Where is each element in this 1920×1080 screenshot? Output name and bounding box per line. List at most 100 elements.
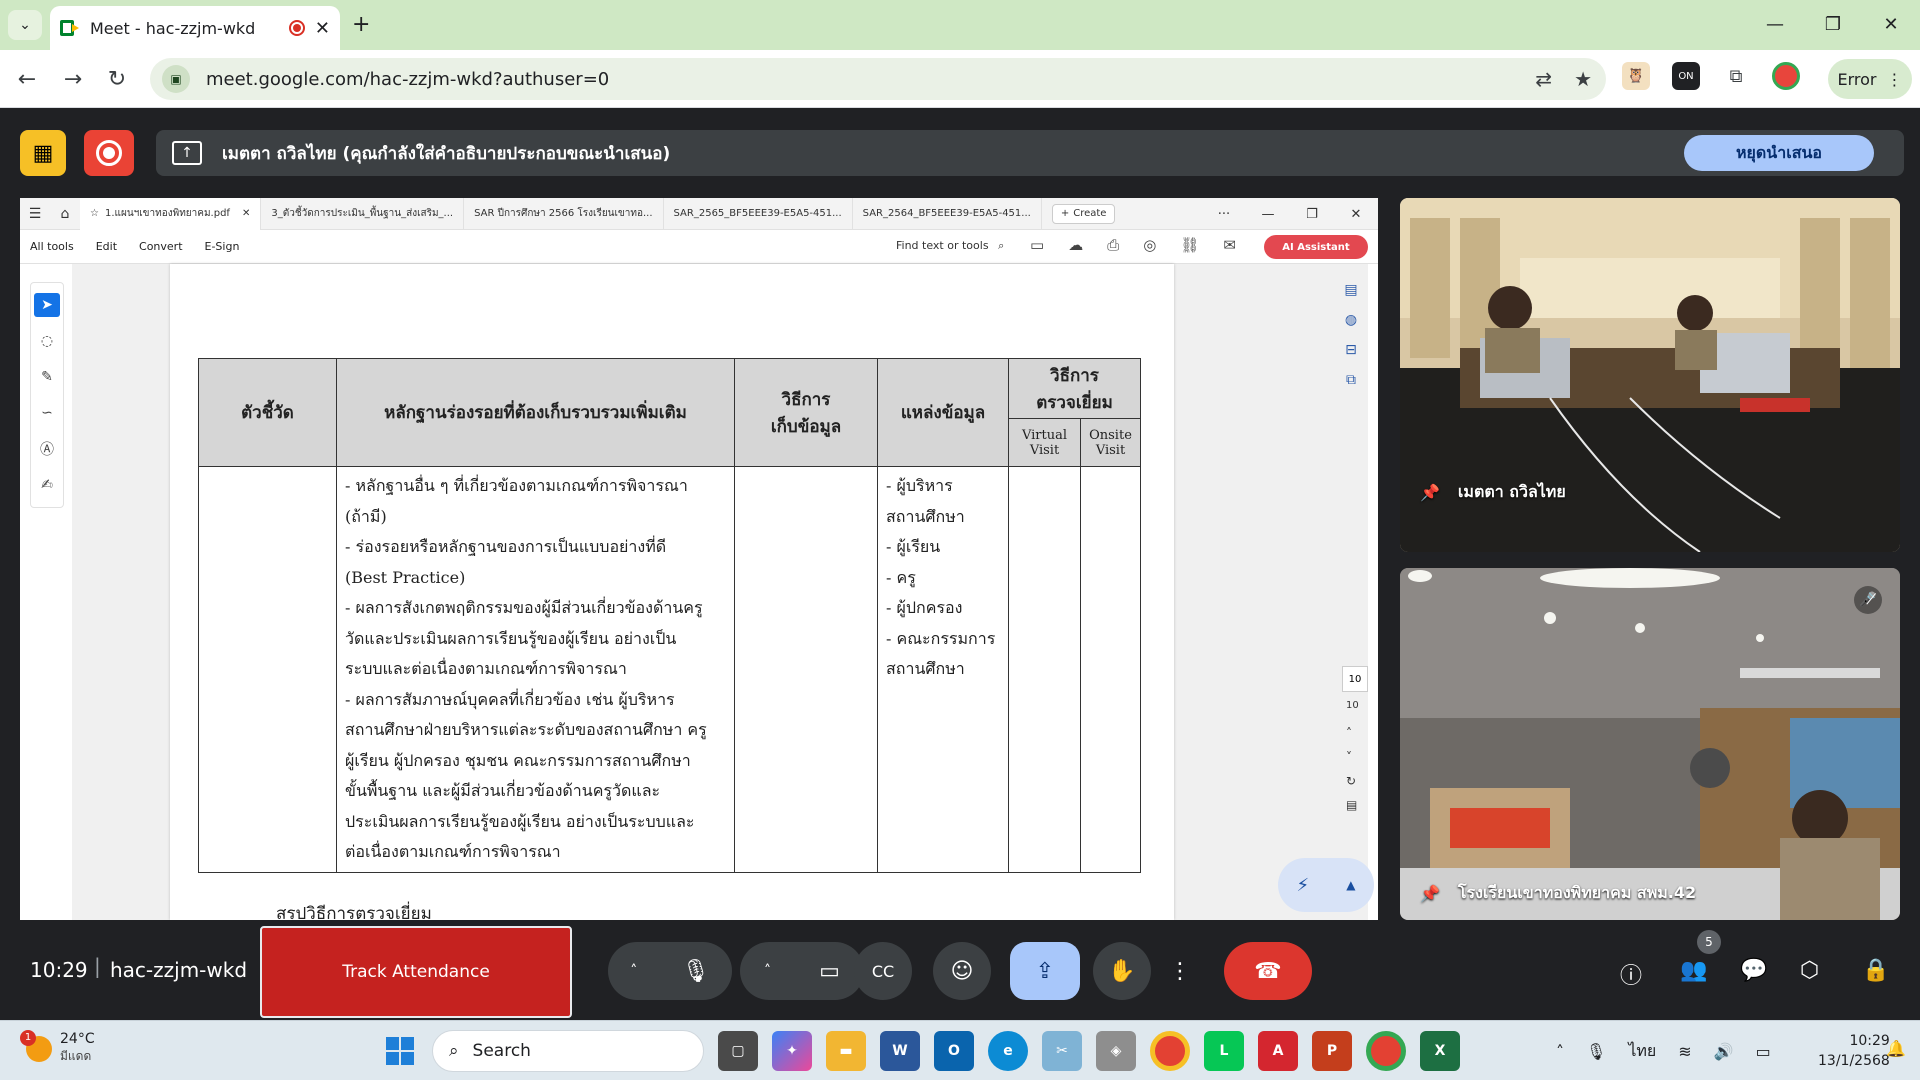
camera-options-chevron-icon[interactable]: ˄ bbox=[764, 963, 771, 979]
site-info-icon[interactable]: ▣ bbox=[162, 65, 190, 93]
file-explorer-icon[interactable]: ▬ bbox=[826, 1031, 866, 1071]
meeting-info-icon[interactable]: ⓘ bbox=[1620, 958, 1642, 990]
volume-icon[interactable]: 🔊 bbox=[1714, 1042, 1734, 1061]
people-icon[interactable]: 👥 bbox=[1680, 958, 1707, 983]
owl-extension-icon[interactable]: 🦉 bbox=[1622, 62, 1650, 90]
acrobat-tab-3[interactable]: SAR ปีการศึกษา 2566 โรงเรียนเขาทอ... bbox=[464, 198, 664, 230]
mail-icon[interactable]: ✉ bbox=[1223, 236, 1236, 254]
page-up-icon[interactable]: ˄ bbox=[1346, 726, 1357, 740]
chat-icon[interactable]: 💬 bbox=[1740, 958, 1767, 983]
outlook-icon[interactable]: O bbox=[934, 1031, 974, 1071]
on-extension-icon[interactable]: ON bbox=[1672, 62, 1700, 90]
print-icon[interactable]: ⎙ bbox=[1107, 236, 1119, 254]
pen-icon[interactable]: ✎ bbox=[34, 365, 60, 389]
chevron-up-icon[interactable]: ▲ bbox=[1346, 878, 1355, 892]
tray-overflow-chevron-icon[interactable]: ˄ bbox=[1556, 1042, 1564, 1061]
more-icon[interactable]: ··· bbox=[1202, 198, 1246, 230]
edit-panel-icon[interactable]: ▤ bbox=[1344, 282, 1357, 298]
close-window-icon[interactable]: ✕ bbox=[1334, 198, 1378, 230]
find-tools-button[interactable]: Find text or tools ⌕ bbox=[896, 239, 1004, 253]
annotation-toggle-icon[interactable]: ▦ bbox=[20, 130, 66, 176]
page-fit-icon[interactable]: ▤ bbox=[1346, 798, 1357, 812]
menu-all-tools[interactable]: All tools bbox=[30, 240, 74, 253]
bookmark-star-icon[interactable]: ★ bbox=[1574, 67, 1592, 91]
signature-icon[interactable]: ✍ bbox=[34, 473, 60, 497]
text-box-icon[interactable]: Ⓐ bbox=[34, 437, 60, 461]
taskbar-search[interactable]: ⌕ Search bbox=[432, 1030, 704, 1072]
word-icon[interactable]: W bbox=[880, 1031, 920, 1071]
extensions-puzzle-icon[interactable]: ⧉ bbox=[1722, 62, 1750, 90]
edge-icon[interactable]: e bbox=[988, 1031, 1028, 1071]
excel-icon[interactable]: X bbox=[1420, 1031, 1460, 1071]
close-icon[interactable]: ✕ bbox=[315, 18, 330, 39]
comment-icon[interactable]: ◌ bbox=[34, 329, 60, 353]
upload-cloud-icon[interactable]: ☁ bbox=[1068, 236, 1083, 254]
raise-hand-button[interactable]: ✋ bbox=[1093, 942, 1151, 1000]
chrome-icon[interactable] bbox=[1150, 1031, 1190, 1071]
restore-icon[interactable]: ❐ bbox=[1290, 198, 1334, 230]
more-options-button[interactable]: ⋮ bbox=[1160, 942, 1200, 1000]
microphone-icon[interactable]: 🎙 bbox=[682, 959, 710, 984]
new-tab-button[interactable]: + bbox=[352, 12, 370, 37]
start-windows-icon[interactable] bbox=[386, 1037, 414, 1065]
track-attendance-button[interactable]: Track Attendance bbox=[260, 926, 572, 1018]
minimize-icon[interactable]: — bbox=[1746, 0, 1804, 48]
ai-assistant-button[interactable]: AI Assistant bbox=[1264, 235, 1368, 259]
hamburger-menu-icon[interactable]: ☰ bbox=[20, 206, 50, 222]
snipping-tool-icon[interactable]: ✂ bbox=[1042, 1031, 1082, 1071]
menu-edit[interactable]: Edit bbox=[96, 240, 117, 253]
recording-button[interactable] bbox=[84, 130, 134, 176]
leave-call-button[interactable]: ☎ bbox=[1224, 942, 1312, 1000]
pin-icon[interactable]: 📌 bbox=[1420, 884, 1440, 903]
minimize-icon[interactable]: — bbox=[1246, 198, 1290, 230]
menu-esign[interactable]: E-Sign bbox=[205, 240, 240, 253]
weather-widget[interactable]: 1 24°C มีแดด bbox=[20, 1029, 95, 1066]
taskbar-clock[interactable]: 10:29 13/1/2568 bbox=[1818, 1031, 1890, 1071]
acrobat-tab-4[interactable]: SAR_2565_BF5EEE39-E5A5-451... bbox=[664, 198, 853, 230]
copilot-icon[interactable]: ✦ bbox=[772, 1031, 812, 1071]
wifi-icon[interactable]: ≋ bbox=[1678, 1042, 1691, 1061]
browser-tab-meet[interactable]: Meet - hac-zzjm-wkd ✕ bbox=[50, 6, 340, 50]
participant-tile[interactable]: 📌 เมตตา ถวิลไทย bbox=[1400, 198, 1900, 552]
page-number-input[interactable]: 10 bbox=[1342, 666, 1368, 692]
input-language[interactable]: ไทย bbox=[1628, 1039, 1656, 1064]
line-icon[interactable]: L bbox=[1204, 1031, 1244, 1071]
reload-icon[interactable]: ↻ bbox=[102, 64, 132, 94]
tab-search-button[interactable]: ⌄ bbox=[8, 10, 42, 40]
address-bar[interactable]: ▣ meet.google.com/hac-zzjm-wkd?authuser=… bbox=[150, 58, 1606, 100]
profile-avatar-icon[interactable] bbox=[1772, 62, 1800, 90]
select-cursor-icon[interactable]: ➤ bbox=[34, 293, 60, 317]
acrobat-tab-5[interactable]: SAR_2564_BF5EEE39-E5A5-451... bbox=[853, 198, 1042, 230]
present-button[interactable]: ⇪ bbox=[1010, 942, 1080, 1000]
chrome-profile-icon[interactable] bbox=[1366, 1031, 1406, 1071]
link-icon[interactable]: ⛓ bbox=[1180, 236, 1199, 254]
host-controls-icon[interactable]: 🔒 bbox=[1862, 958, 1889, 983]
bookmarks-panel-icon[interactable]: ⊟ bbox=[1345, 342, 1357, 358]
close-icon[interactable]: ✕ bbox=[242, 208, 250, 219]
page-down-icon[interactable]: ˅ bbox=[1346, 750, 1357, 764]
camera-icon[interactable]: ▭ bbox=[819, 959, 840, 984]
task-view-icon[interactable]: ▢ bbox=[718, 1031, 758, 1071]
forward-icon[interactable]: → bbox=[58, 64, 88, 94]
translate-icon[interactable]: ⇄ bbox=[1535, 67, 1552, 91]
acrobat-tab-2[interactable]: 3_ตัวชี้วัดการประเมิน_พื้นฐาน_ส่งเสริม_.… bbox=[261, 198, 465, 230]
pin-icon[interactable]: 📌 bbox=[1420, 483, 1440, 502]
restore-icon[interactable]: ❐ bbox=[1804, 0, 1862, 48]
annotation-float-toolbar[interactable]: ⚡ ▲ bbox=[1278, 858, 1374, 912]
activities-icon[interactable]: ⬡ bbox=[1800, 958, 1819, 983]
captions-button[interactable]: CC bbox=[854, 942, 912, 1000]
mic-options-chevron-icon[interactable]: ˄ bbox=[630, 963, 637, 979]
home-icon[interactable]: ⌂ bbox=[50, 206, 80, 222]
acrobat-icon[interactable]: A bbox=[1258, 1031, 1298, 1071]
battery-icon[interactable]: ▭ bbox=[1756, 1042, 1771, 1061]
lasso-icon[interactable]: ∽ bbox=[34, 401, 60, 425]
menu-convert[interactable]: Convert bbox=[139, 240, 183, 253]
microphone-tray-icon[interactable]: 🎙 bbox=[1586, 1042, 1606, 1061]
comments-panel-icon[interactable]: ◍ bbox=[1345, 312, 1357, 328]
powerpoint-icon[interactable]: P bbox=[1312, 1031, 1352, 1071]
reactions-button[interactable]: ☺ bbox=[933, 942, 991, 1000]
close-window-icon[interactable]: ✕ bbox=[1862, 0, 1920, 48]
search-zoom-icon[interactable]: ◎ bbox=[1143, 236, 1156, 254]
notification-bell-icon[interactable]: 🔔 bbox=[1886, 1039, 1906, 1058]
participant-tile[interactable]: 🎤̸ 📌 โรงเรียนเขาทองพิทยาคม สพม.42 bbox=[1400, 568, 1900, 920]
